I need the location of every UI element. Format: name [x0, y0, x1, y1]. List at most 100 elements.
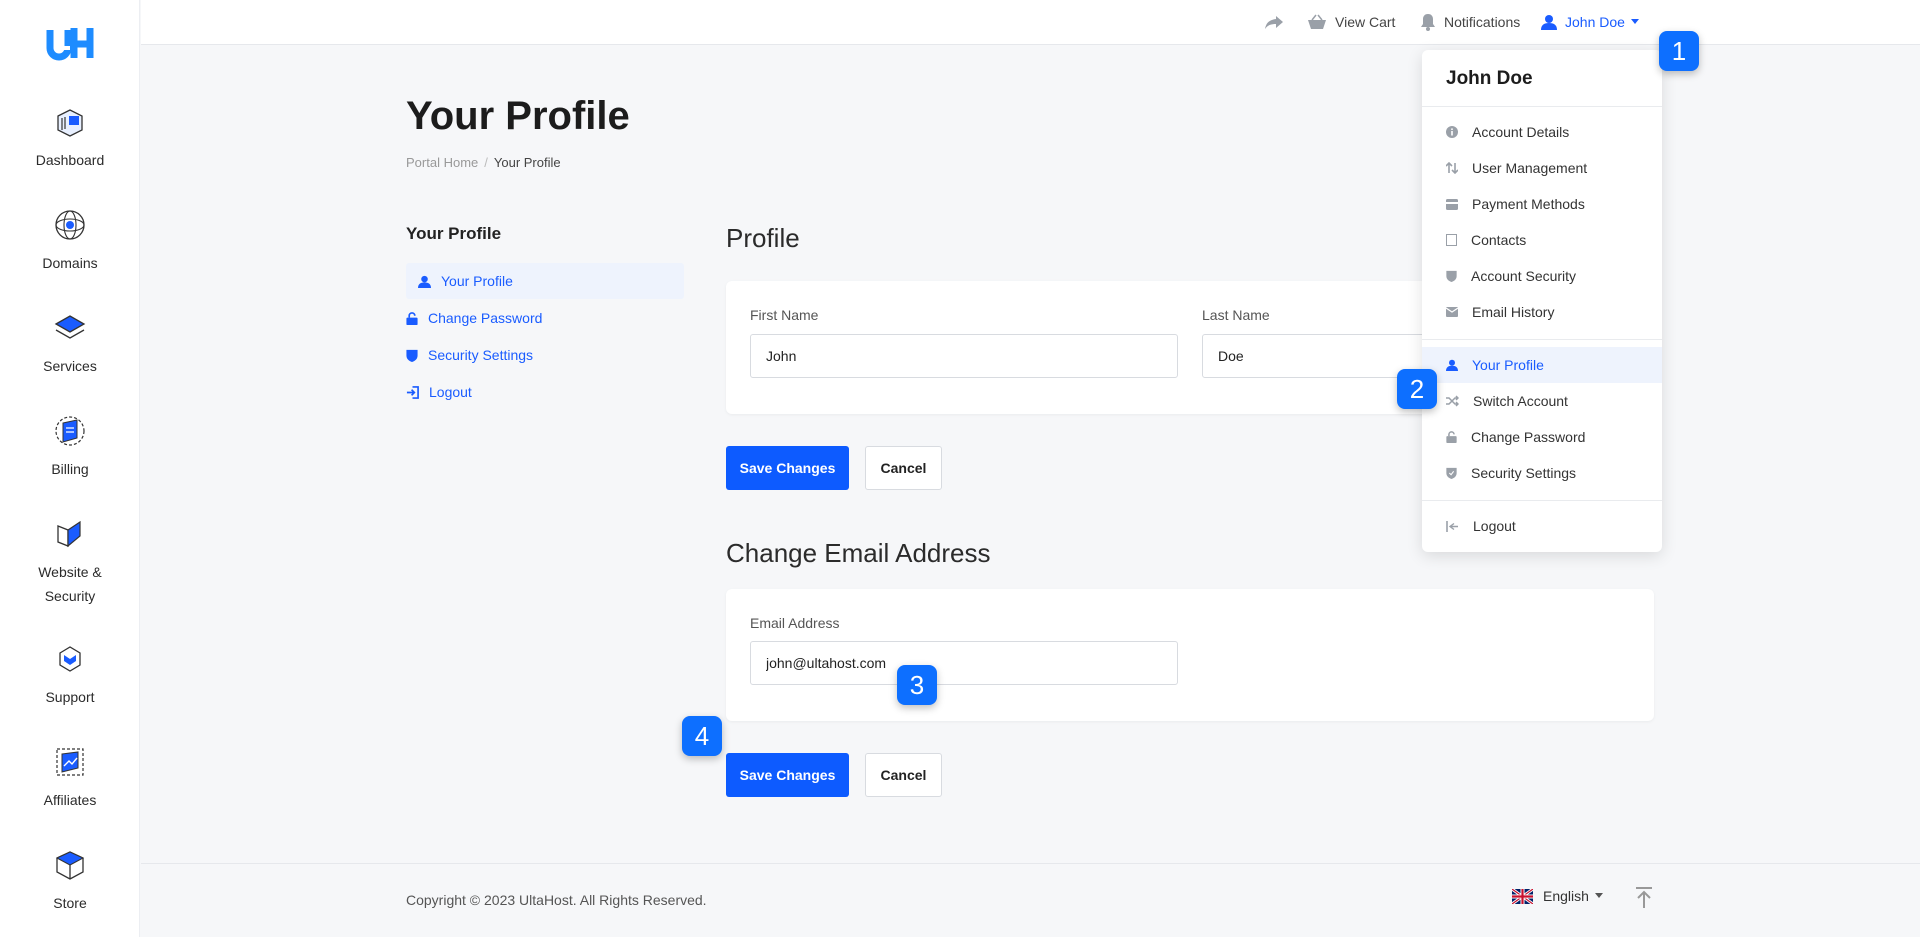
first-name-input[interactable] — [750, 334, 1178, 378]
dropdown-payment-methods[interactable]: Payment Methods — [1422, 186, 1662, 222]
dropdown-contacts[interactable]: Contacts — [1422, 222, 1662, 258]
dropdown-item-label: User Management — [1472, 160, 1588, 176]
back-to-top-icon[interactable] — [1635, 887, 1653, 909]
copyright-text: Copyright © 2023 UltaHost. All Rights Re… — [406, 892, 707, 908]
user-icon — [1446, 359, 1458, 371]
nav-billing[interactable]: Billing — [0, 413, 140, 481]
shield-check-icon — [1446, 467, 1457, 479]
profile-cancel-button[interactable]: Cancel — [865, 446, 942, 490]
lock-icon — [406, 311, 418, 325]
user-name-label: John Doe — [1565, 14, 1625, 30]
nav-label-line2: Security — [44, 588, 96, 604]
share-button[interactable] — [1264, 0, 1292, 44]
email-cancel-button[interactable]: Cancel — [865, 753, 942, 797]
notifications-label: Notifications — [1444, 14, 1521, 30]
dropdown-change-password[interactable]: Change Password — [1422, 419, 1662, 455]
basket-icon — [1308, 14, 1326, 29]
shield-icon — [57, 520, 81, 548]
dropdown-item-label: Security Settings — [1471, 465, 1577, 481]
dropdown-user-management[interactable]: User Management — [1422, 150, 1662, 186]
language-label: English — [1543, 888, 1589, 904]
lock-icon — [1446, 431, 1457, 443]
shield-icon — [406, 349, 418, 362]
billing-icon — [55, 416, 85, 446]
dropdown-switch-account[interactable]: Switch Account — [1422, 383, 1662, 419]
dropdown-item-label: Your Profile — [1472, 357, 1544, 373]
user-dropdown-menu: John Doe Account Details User Management… — [1422, 50, 1662, 552]
breadcrumb: Portal Home / Your Profile — [406, 155, 561, 170]
dropdown-item-label: Account Details — [1472, 124, 1570, 140]
uk-flag-icon — [1512, 888, 1533, 904]
nav-label: Support — [45, 689, 95, 705]
left-navigation: Dashboard Domains Services Billing Websi… — [0, 0, 140, 937]
profile-save-button[interactable]: Save Changes — [726, 446, 849, 490]
nav-services[interactable]: Services — [0, 310, 140, 378]
logout-icon — [1446, 520, 1458, 532]
dropdown-your-profile[interactable]: Your Profile — [1422, 347, 1662, 383]
email-label: Email Address — [750, 615, 840, 631]
breadcrumb-home[interactable]: Portal Home — [406, 155, 478, 170]
dropdown-item-label: Email History — [1472, 304, 1555, 320]
caret-down-icon — [1630, 19, 1639, 24]
nav-label: Store — [53, 895, 87, 911]
side-link-security-settings[interactable]: Security Settings — [406, 337, 684, 373]
language-selector[interactable]: English — [1512, 888, 1603, 904]
dropdown-divider — [1422, 500, 1662, 501]
nav-label: Domains — [42, 255, 98, 271]
logout-icon — [406, 385, 419, 399]
user-menu-toggle[interactable]: John Doe — [1541, 0, 1639, 44]
nav-domains[interactable]: Domains — [0, 207, 140, 275]
step-badge-3: 3 — [897, 665, 937, 705]
dropdown-item-label: Payment Methods — [1472, 196, 1585, 212]
user-icon — [418, 275, 431, 288]
last-name-label: Last Name — [1202, 307, 1270, 323]
dropdown-divider — [1422, 106, 1662, 107]
step-badge-1: 1 — [1659, 31, 1699, 71]
caret-down-icon — [1594, 893, 1603, 898]
dropdown-divider — [1422, 339, 1662, 340]
dropdown-item-label: Contacts — [1471, 232, 1527, 248]
nav-website-security[interactable]: Website & Security — [0, 516, 140, 608]
breadcrumb-separator: / — [484, 155, 488, 170]
dropdown-security-settings[interactable]: Security Settings — [1422, 455, 1662, 491]
nav-label: Dashboard — [35, 152, 105, 168]
store-icon — [55, 851, 85, 880]
dropdown-account-security[interactable]: Account Security — [1422, 258, 1662, 294]
envelope-icon — [1446, 307, 1458, 317]
side-link-label: Logout — [429, 384, 472, 400]
profile-section-title: Profile — [726, 223, 800, 253]
dropdown-logout[interactable]: Logout — [1422, 508, 1662, 544]
view-cart-label: View Cart — [1335, 14, 1396, 30]
dashboard-icon — [57, 109, 83, 137]
affiliates-icon — [56, 748, 84, 776]
nav-support[interactable]: Support — [0, 641, 140, 709]
step-badge-4: 4 — [682, 716, 722, 756]
dropdown-email-history[interactable]: Email History — [1422, 294, 1662, 330]
dropdown-account-details[interactable]: Account Details — [1422, 114, 1662, 150]
share-icon — [1265, 16, 1283, 29]
nav-affiliates[interactable]: Affiliates — [0, 744, 140, 812]
email-save-button[interactable]: Save Changes — [726, 753, 849, 797]
side-link-logout[interactable]: Logout — [406, 374, 684, 410]
nav-label: Affiliates — [43, 792, 97, 808]
shield-icon — [1446, 270, 1457, 282]
nav-label: Website & — [38, 564, 102, 580]
page-title: Your Profile — [406, 94, 630, 138]
view-cart-link[interactable]: View Cart — [1307, 0, 1395, 44]
nav-store[interactable]: Store — [0, 847, 140, 915]
side-link-change-password[interactable]: Change Password — [406, 300, 684, 336]
email-input[interactable] — [750, 641, 1178, 685]
email-card: Email Address — [726, 589, 1654, 721]
dropdown-item-label: Switch Account — [1473, 393, 1568, 409]
dropdown-item-label: Account Security — [1471, 268, 1577, 284]
top-bar: View Cart Notifications John Doe — [141, 0, 1920, 45]
step-badge-2: 2 — [1397, 369, 1437, 409]
dropdown-user-name: John Doe — [1446, 68, 1533, 89]
credit-card-icon — [1446, 198, 1458, 210]
side-link-your-profile[interactable]: Your Profile — [406, 263, 684, 299]
ultahost-logo[interactable] — [46, 24, 94, 64]
notifications-link[interactable]: Notifications — [1420, 0, 1520, 44]
nav-dashboard[interactable]: Dashboard — [0, 104, 140, 172]
email-section-title: Change Email Address — [726, 538, 991, 568]
side-menu-title: Your Profile — [406, 224, 502, 243]
